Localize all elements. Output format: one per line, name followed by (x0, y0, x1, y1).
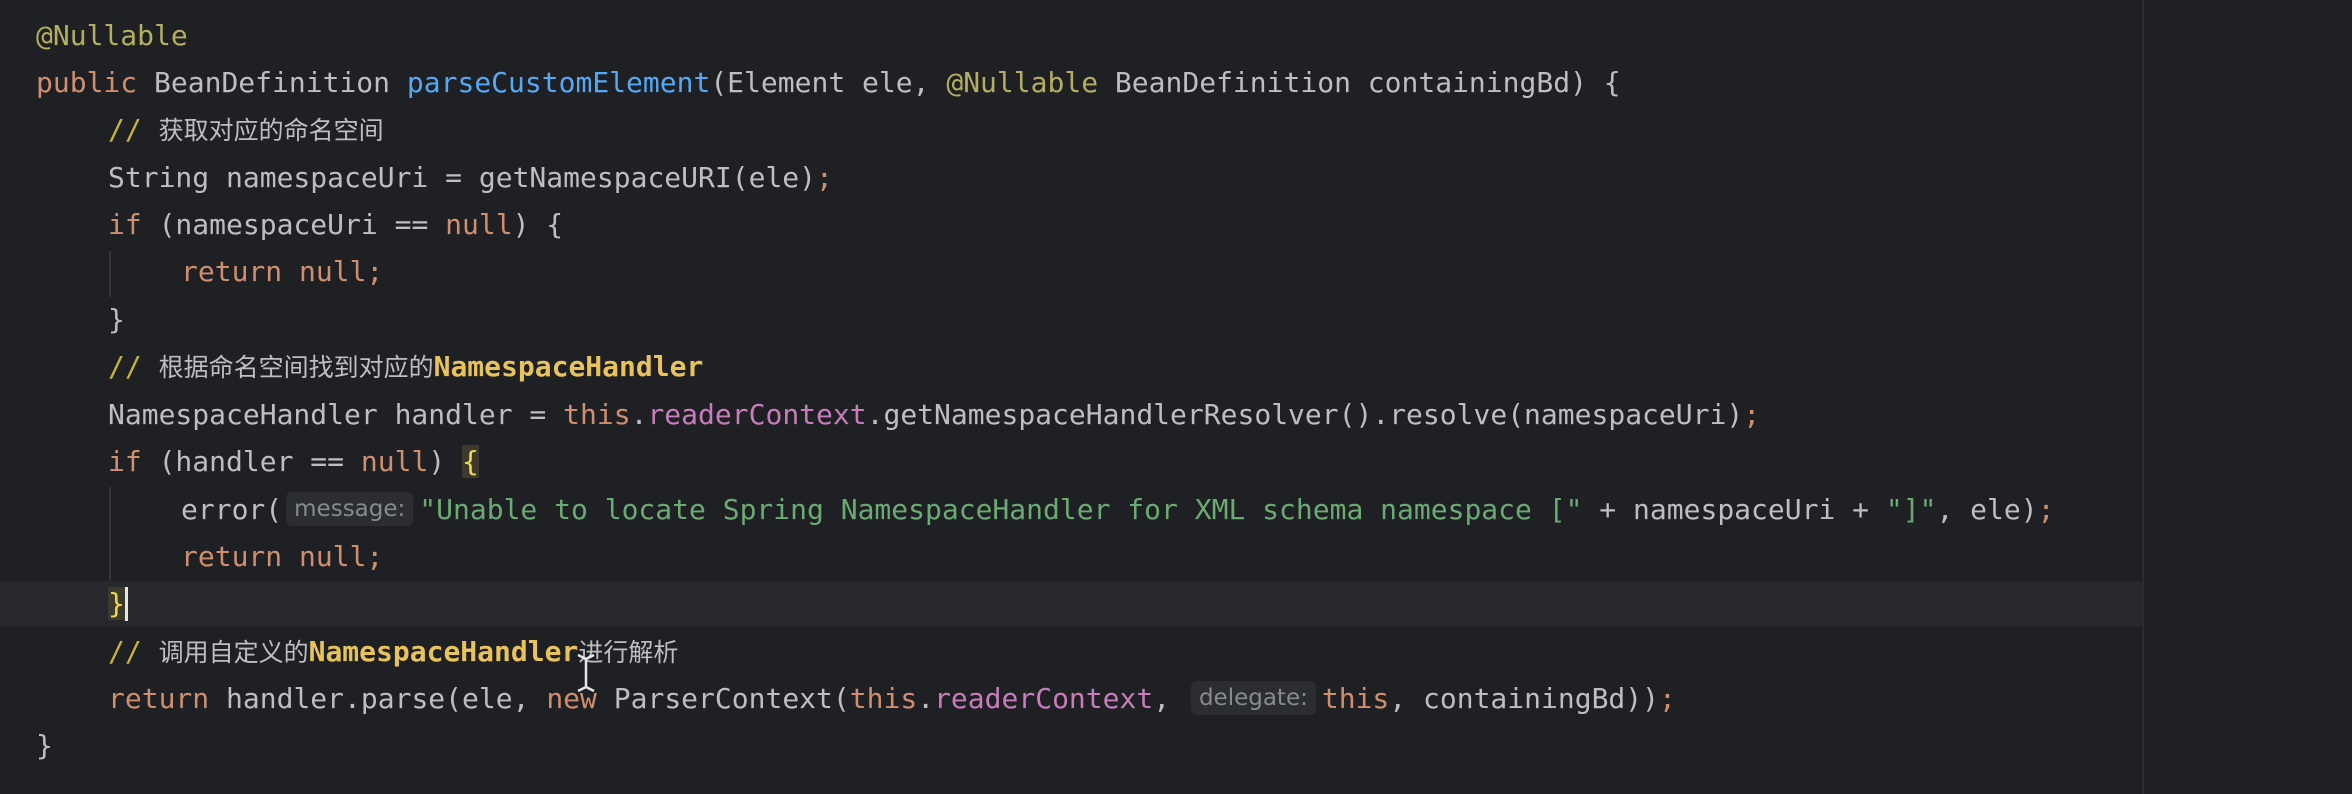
code-token: // (108, 350, 159, 383)
indent-guide (109, 487, 111, 580)
code-token: "]" (1885, 493, 1937, 526)
code-token: null (360, 445, 429, 478)
code-token: ; (2037, 493, 2055, 526)
code-token: } (108, 587, 125, 620)
code-token: + namespaceUri + (1582, 493, 1886, 526)
code-token: NamespaceHandler handler = (108, 398, 564, 431)
code-token: // (108, 113, 159, 146)
text-caret (124, 587, 128, 621)
code-token: handler.parse(ele, (226, 682, 547, 715)
code-token: NamespaceHandler (308, 635, 579, 668)
code-token: readerContext (934, 682, 1154, 715)
code-line-if-namespace-null[interactable]: if (namespaceUri == null) { (108, 202, 563, 248)
code-token: "Unable to locate Spring NamespaceHandle… (419, 493, 1583, 526)
code-token: this (563, 398, 631, 431)
code-token: ParserContext( (613, 682, 850, 715)
code-token: { (462, 445, 479, 478)
code-token: BeanDefinition (154, 66, 407, 99)
code-token: return null; (181, 540, 384, 573)
code-token: @Nullable (946, 66, 1115, 99)
code-token: BeanDefinition containingBd) { (1114, 66, 1621, 99)
code-token: , containingBd)) (1389, 682, 1659, 715)
code-line-namespace-uri-decl[interactable]: String namespaceUri = getNamespaceURI(el… (108, 155, 833, 201)
code-token: 调用自定义的 (158, 638, 309, 667)
code-token: null (445, 208, 513, 241)
code-line-error-call[interactable]: error(message: "Unable to locate Spring N… (181, 487, 2054, 533)
code-line-method-close-brace[interactable]: } (36, 723, 53, 769)
code-line-comment-find-handler[interactable]: // 根据命名空间找到对应的NamespaceHandler (108, 344, 703, 390)
code-token: , ele) (1936, 493, 2038, 526)
code-token: ; (1743, 398, 1761, 431)
code-token: this (849, 682, 918, 715)
code-token: if (108, 208, 159, 241)
code-line-handler-decl[interactable]: NamespaceHandler handler = this.readerCo… (108, 392, 1760, 438)
code-token: ; (1659, 682, 1676, 715)
code-token: return null; (181, 255, 384, 288)
code-token: 根据命名空间找到对应的 (158, 353, 434, 382)
code-token: String namespaceUri = getNamespaceURI(el… (108, 161, 817, 194)
indent-guide (109, 251, 111, 297)
parameter-hint: delegate: (1190, 681, 1316, 715)
code-token: if (108, 445, 159, 478)
code-line-return-parse[interactable]: return handler.parse(ele, new ParserCont… (108, 676, 1676, 722)
code-token: ; (816, 161, 833, 194)
code-token: readerContext (647, 398, 867, 431)
mouse-ibeam-cursor-icon (577, 653, 595, 693)
current-line-highlight (0, 581, 2142, 627)
code-token: .getNamespaceHandlerResolver().resolve(n… (866, 398, 1744, 431)
code-line-close-brace-1[interactable]: } (108, 297, 125, 343)
code-token: this (1321, 682, 1390, 715)
code-token: } (108, 303, 125, 336)
code-token: } (36, 729, 53, 762)
code-token: // (108, 635, 159, 668)
code-token: ) { (512, 208, 564, 241)
code-token: error( (181, 493, 283, 526)
code-token: (namespaceUri == (158, 208, 446, 241)
code-line-return-null-1[interactable]: return null; (181, 249, 383, 295)
code-token: return (108, 682, 227, 715)
code-token: . (917, 682, 935, 715)
code-token: . (630, 398, 648, 431)
code-token: parseCustomElement (406, 66, 711, 99)
code-token: ) (428, 445, 463, 478)
code-token: (handler == (158, 445, 361, 478)
code-line-return-null-2[interactable]: return null; (181, 534, 383, 580)
parameter-hint: message: (286, 492, 414, 526)
code-token: NamespaceHandler (433, 350, 704, 383)
code-token: 获取对应的命名空间 (158, 116, 384, 145)
code-line-method-signature[interactable]: public BeanDefinition parseCustomElement… (36, 60, 1621, 106)
code-token: @Nullable (36, 19, 188, 52)
code-line-if-handler-null[interactable]: if (handler == null) { (108, 439, 479, 485)
right-margin-guide (2142, 0, 2144, 794)
code-editor[interactable]: @Nullable public BeanDefinition parseCust… (0, 0, 2352, 794)
code-token: (Element ele, (710, 66, 947, 99)
code-line-comment-get-namespace[interactable]: // 获取对应的命名空间 (108, 107, 384, 153)
code-line-annotation[interactable]: @Nullable (36, 13, 188, 59)
code-token: public (36, 66, 155, 99)
code-line-close-brace-2[interactable]: } (108, 581, 128, 627)
code-token: , (1153, 682, 1187, 715)
